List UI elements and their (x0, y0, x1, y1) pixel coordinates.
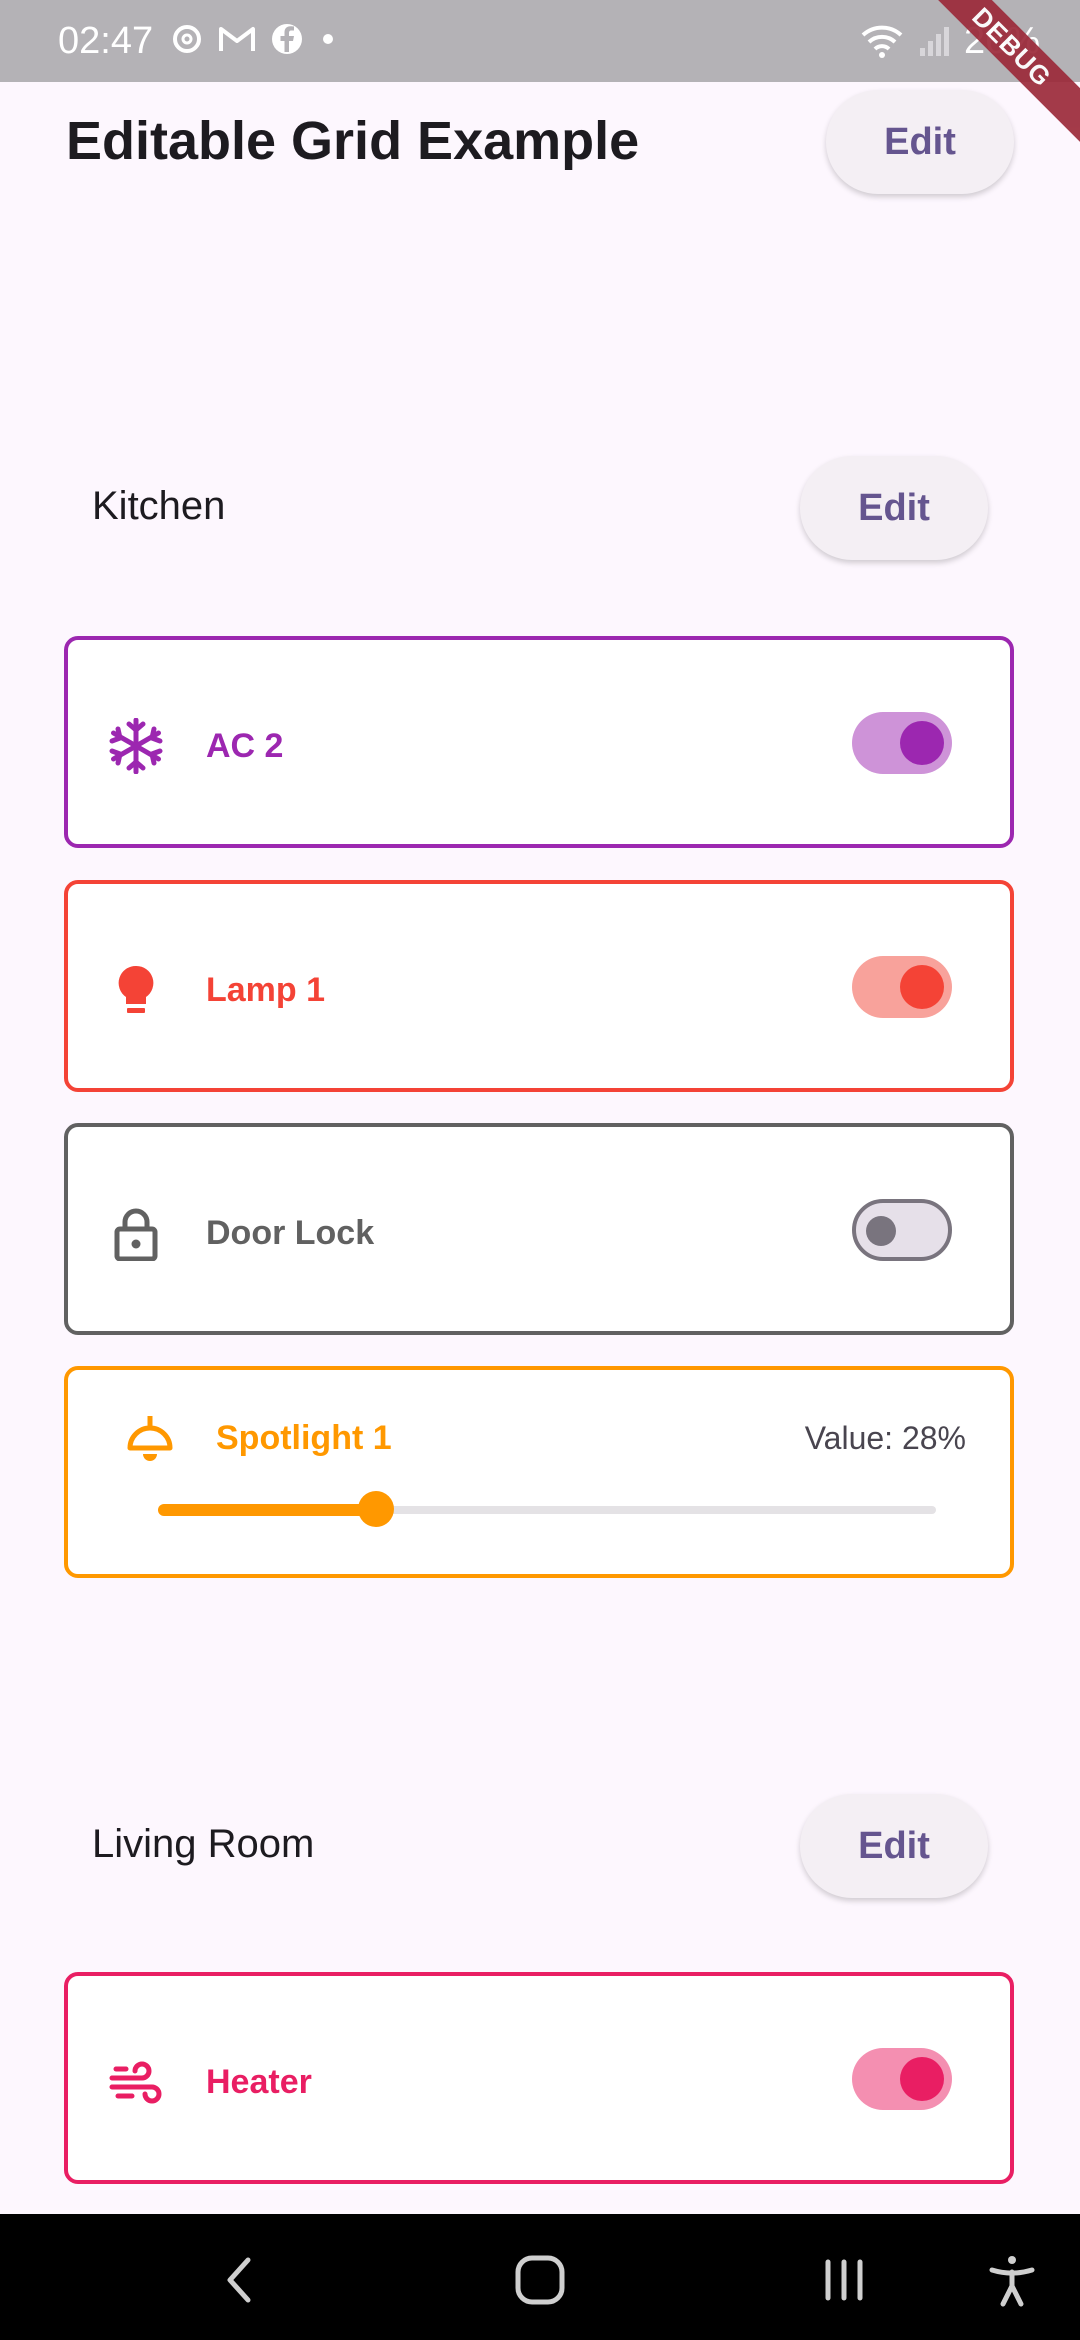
device-card-ac-2[interactable]: AC 2 (64, 636, 1014, 848)
accessibility-icon[interactable] (982, 2252, 1042, 2308)
notification-icons (170, 22, 338, 56)
device-card-heater[interactable]: Heater (64, 1972, 1014, 2184)
device-label: AC 2 (206, 727, 284, 765)
wifi-icon (861, 25, 903, 58)
toggle-knob (900, 2057, 944, 2101)
edit-living-room-button[interactable]: Edit (800, 1794, 988, 1898)
back-icon[interactable] (210, 2252, 270, 2308)
recents-icon[interactable] (814, 2252, 874, 2308)
toggle-knob (900, 965, 944, 1009)
gmail-icon (219, 27, 255, 51)
device-label: Heater (206, 2063, 312, 2101)
slider-thumb[interactable] (357, 1491, 394, 1527)
toggle-knob (900, 721, 944, 765)
facebook-icon (272, 24, 302, 54)
status-bar: 02:47 26% DEBUG (0, 0, 1080, 153)
wind-icon (109, 2061, 162, 2104)
device-card-lamp-1[interactable]: Lamp 1 (64, 880, 1014, 1092)
ceiling-light-icon (127, 1416, 173, 1461)
slider-active-track (158, 1504, 376, 1516)
signal-icon (919, 27, 949, 56)
threads-icon (173, 25, 201, 53)
door-lock-toggle[interactable] (852, 1199, 952, 1261)
ac-2-toggle[interactable] (852, 712, 952, 774)
edit-kitchen-button[interactable]: Edit (800, 456, 988, 560)
slider-value-label: Value: 28% (804, 1420, 966, 1456)
device-label: Lamp 1 (206, 971, 326, 1009)
device-label: Door Lock (206, 1214, 375, 1252)
lock-icon (114, 1208, 158, 1261)
system-nav-bar (0, 2214, 1080, 2340)
heater-toggle[interactable] (852, 2048, 952, 2110)
device-card-door-lock[interactable]: Door Lock (64, 1123, 1014, 1335)
spotlight-1-slider[interactable] (158, 1491, 936, 1527)
device-label: Spotlight 1 (216, 1419, 392, 1457)
dot-icon (323, 34, 333, 44)
lamp-1-toggle[interactable] (852, 956, 952, 1018)
edit-grid-button[interactable]: Edit (826, 90, 1014, 194)
lightbulb-icon (118, 965, 154, 1013)
snowflake-icon (109, 718, 163, 774)
status-time: 02:47 (58, 20, 154, 62)
section-title-living-room: Living Room (92, 1822, 315, 1866)
toggle-knob (866, 1216, 896, 1246)
page-title: Editable Grid Example (66, 111, 640, 171)
section-title-kitchen: Kitchen (92, 484, 226, 528)
device-card-spotlight-1: Spotlight 1 Value: 28% (64, 1366, 1014, 1578)
home-icon[interactable] (510, 2252, 570, 2308)
